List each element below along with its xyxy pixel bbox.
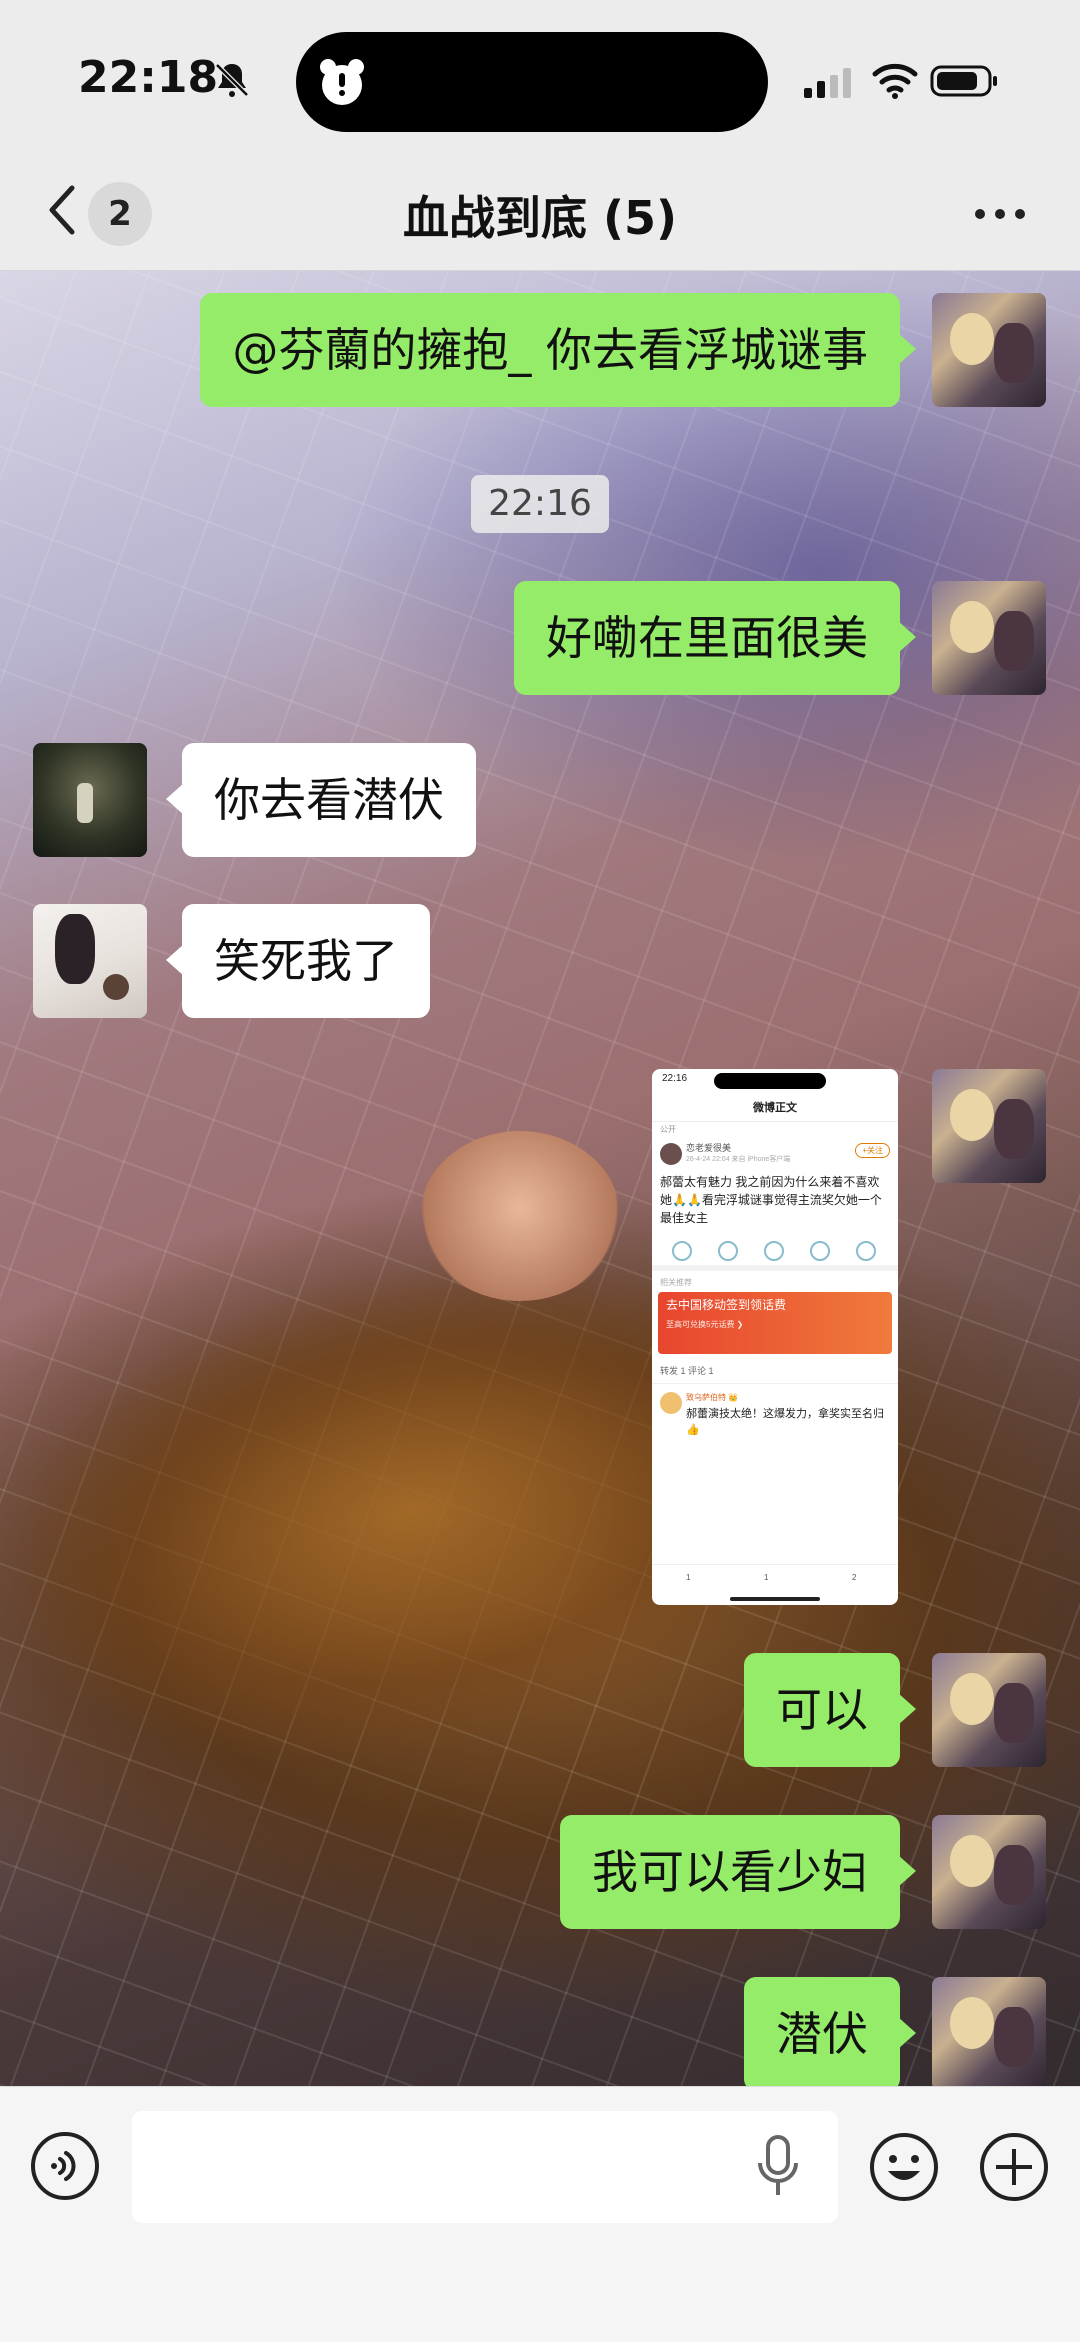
app-activity-icon bbox=[320, 59, 364, 105]
my-avatar[interactable] bbox=[932, 1815, 1046, 1929]
shot-ad-title: 去中国移动签到领话费 bbox=[666, 1298, 787, 1312]
shot-time: 22:16 bbox=[662, 1073, 688, 1084]
status-bar: 22:18 bbox=[0, 0, 1080, 160]
message-timestamp: 22:16 bbox=[471, 475, 609, 533]
message-bubble-other[interactable]: 笑死我了 bbox=[166, 904, 430, 1018]
my-avatar[interactable] bbox=[932, 1977, 1046, 2086]
message-bubble-mine[interactable]: 潜伏 bbox=[744, 1977, 916, 2086]
my-avatar[interactable] bbox=[932, 293, 1046, 407]
chat-title: 血战到底 (5) bbox=[402, 191, 678, 245]
input-bar bbox=[0, 2086, 1080, 2342]
shot-comment: 致乌萨伯特 👑 郝蕾演技太绝！这爆发力，拿奖实至名归👍 bbox=[652, 1384, 898, 1442]
my-avatar[interactable] bbox=[932, 1069, 1046, 1183]
member-avatar[interactable] bbox=[33, 743, 147, 857]
shot-comment-count: 1 bbox=[764, 1573, 769, 1582]
message-bubble-mine[interactable]: 可以 bbox=[744, 1653, 916, 1767]
member-avatar[interactable] bbox=[33, 904, 147, 1018]
cellular-signal-icon bbox=[804, 68, 851, 98]
message-bubble-other[interactable]: 你去看潜伏 bbox=[166, 743, 476, 857]
bell-muted-icon bbox=[215, 63, 249, 97]
shot-user: 恋老爱很美 26-4-24 22:04 来自 iPhone客户端 +关注 bbox=[652, 1137, 898, 1167]
shot-comment-name: 致乌萨伯特 👑 bbox=[686, 1393, 739, 1402]
shot-ad-subtitle: 至高可兑换5元话费 ❯ bbox=[666, 1320, 744, 1329]
message-bubble-mine[interactable]: @芬蘭的擁抱_ 你去看浮城谜事 bbox=[200, 293, 916, 407]
wifi-icon bbox=[872, 63, 918, 99]
message-input[interactable] bbox=[132, 2111, 838, 2223]
voice-icon[interactable] bbox=[30, 2131, 100, 2201]
shot-follow: +关注 bbox=[855, 1143, 890, 1158]
background-face bbox=[420, 1131, 620, 1301]
message-bubble-mine[interactable]: 我可以看少妇 bbox=[560, 1815, 916, 1929]
my-avatar[interactable] bbox=[932, 1653, 1046, 1767]
shot-header: 微博正文 bbox=[652, 1095, 898, 1122]
shot-ad-banner: 去中国移动签到领话费 至高可兑换5元话费 ❯ bbox=[658, 1292, 892, 1354]
shot-visibility: 公开 bbox=[660, 1125, 676, 1134]
mic-icon[interactable] bbox=[756, 2133, 800, 2203]
emoji-icon[interactable] bbox=[868, 2131, 940, 2203]
shot-post-text: 郝蕾太有魅力 我之前因为什么来着不喜欢她🙏🙏看完浮城谜事觉得主流奖欠她一个最佳女… bbox=[660, 1175, 882, 1225]
shot-status-bar: 22:16 bbox=[652, 1069, 898, 1095]
image-message[interactable]: 22:16 微博正文 公开 恋老爱很美 26-4-24 22:04 来自 iPh… bbox=[652, 1069, 898, 1605]
shot-comment-avatar bbox=[660, 1392, 682, 1414]
shot-ad-label: 相关推荐 bbox=[660, 1278, 692, 1287]
shot-tabs: 转发 1 评论 1 bbox=[652, 1358, 898, 1384]
shot-bottom-bar: 1 1 2 bbox=[652, 1564, 898, 1593]
shot-repost-count: 1 bbox=[686, 1573, 691, 1582]
shot-like-count: 2 bbox=[852, 1573, 857, 1582]
my-avatar[interactable] bbox=[932, 581, 1046, 695]
shot-home-indicator bbox=[730, 1597, 820, 1601]
plus-icon[interactable] bbox=[978, 2131, 1050, 2203]
chat-header: 2 血战到底 (5) bbox=[0, 160, 1080, 271]
battery-icon bbox=[930, 65, 997, 97]
shot-actions bbox=[652, 1233, 898, 1271]
more-icon[interactable] bbox=[970, 194, 1030, 234]
shot-comment-text: 郝蕾演技太绝！这爆发力，拿奖实至名归👍 bbox=[686, 1408, 884, 1436]
status-time: 22:18 bbox=[78, 52, 219, 103]
message-bubble-mine[interactable]: 好嘞在里面很美 bbox=[514, 581, 916, 695]
chat-area[interactable]: @芬蘭的擁抱_ 你去看浮城谜事 22:16 好嘞在里面很美 你去看潜伏 笑死我了… bbox=[0, 271, 1080, 2086]
shot-user-avatar bbox=[660, 1143, 682, 1165]
shot-island bbox=[714, 1073, 826, 1089]
